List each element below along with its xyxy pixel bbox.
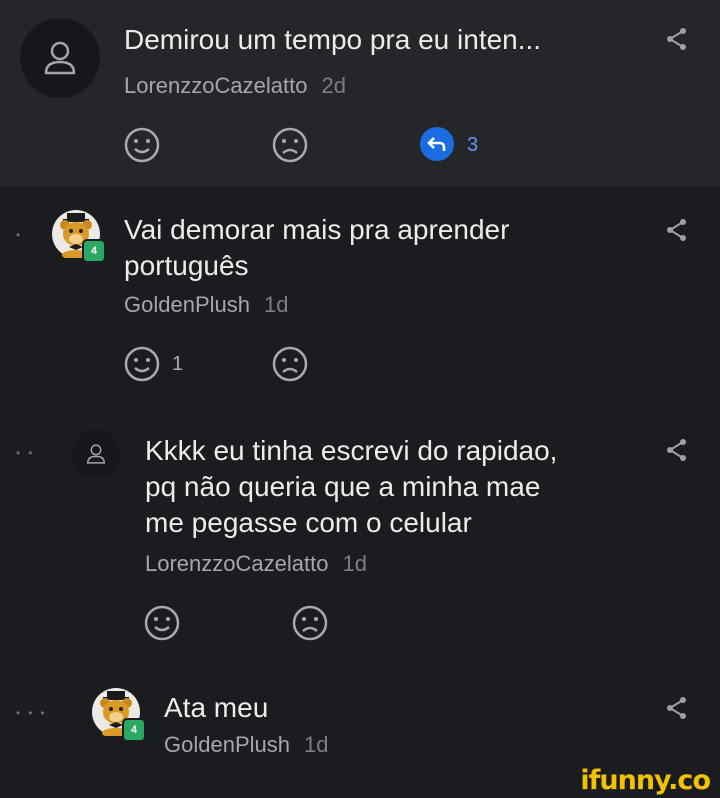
author-name[interactable]: GoldenPlush — [124, 292, 250, 317]
comment-time: 1d — [263, 292, 289, 317]
comment-time: 1d — [303, 732, 329, 757]
smile-icon[interactable] — [143, 604, 181, 642]
author-name[interactable]: LorenzzoCazelatto — [145, 551, 328, 576]
smile-count: 1 — [172, 353, 184, 375]
share-icon[interactable] — [664, 217, 690, 243]
frown-icon[interactable] — [271, 126, 309, 164]
comment-author[interactable]: LorenzzoCazelatto 2d — [124, 72, 346, 100]
reply-button[interactable] — [420, 127, 454, 161]
comment-time: 2d — [321, 73, 346, 98]
comment-text: Ata meu — [164, 692, 269, 723]
share-icon[interactable] — [664, 437, 690, 463]
comment-line: me pegasse com o celular — [145, 507, 472, 538]
share-icon[interactable] — [664, 26, 690, 52]
user-icon — [44, 41, 76, 75]
comment-text: Demirou um tempo pra eu inten... — [124, 24, 542, 55]
level-badge: 4 — [122, 718, 146, 742]
comment-line: pq não queria que a minha mae — [145, 471, 541, 502]
share-icon[interactable] — [664, 695, 690, 721]
comment-line: Kkkk eu tinha escrevi do rapidao, — [145, 435, 558, 466]
comment-author[interactable]: GoldenPlush 1d — [164, 731, 328, 759]
author-name[interactable]: GoldenPlush — [164, 732, 290, 757]
author-name[interactable]: LorenzzoCazelatto — [124, 73, 307, 98]
comment-line: Vai demorar mais pra aprender — [124, 214, 510, 245]
avatar[interactable] — [72, 430, 120, 478]
comment-author[interactable]: GoldenPlush 1d — [124, 291, 288, 319]
avatar[interactable] — [20, 18, 100, 98]
comment-time: 1d — [342, 551, 367, 576]
reply-count[interactable]: 3 — [467, 134, 478, 157]
user-icon — [86, 444, 106, 464]
thread-depth-dots: •• — [16, 446, 41, 460]
thread-depth-dots: • — [16, 228, 29, 242]
comment-text: Vai demorar mais pra aprender português — [124, 212, 509, 284]
ifunny-watermark: ifunny.co — [580, 765, 711, 796]
frown-icon[interactable] — [291, 604, 329, 642]
level-badge: 4 — [82, 239, 106, 263]
comment-line: português — [124, 250, 249, 281]
thread-depth-dots: ••• — [16, 706, 53, 720]
smile-icon[interactable] — [123, 345, 161, 383]
comment-text: Kkkk eu tinha escrevi do rapidao, pq não… — [145, 433, 557, 541]
smile-icon[interactable] — [123, 126, 161, 164]
reply-icon — [427, 137, 446, 151]
comment-author[interactable]: LorenzzoCazelatto 1d — [145, 550, 367, 578]
frown-icon[interactable] — [271, 345, 309, 383]
